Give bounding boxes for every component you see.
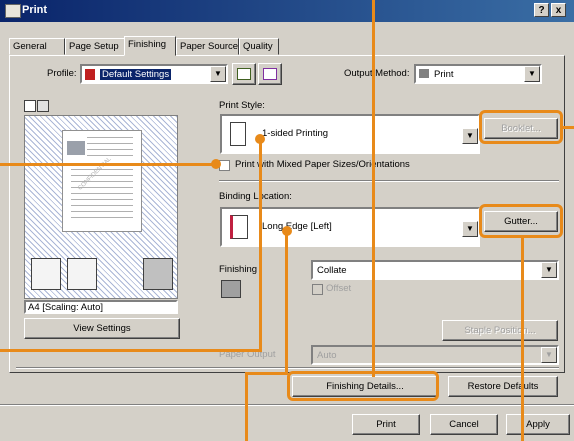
callout-line [245, 372, 288, 375]
staple-thumbnail [143, 258, 173, 290]
chevron-down-icon: ▼ [462, 128, 478, 144]
collate-thumbnail [67, 258, 97, 290]
chevron-down-icon: ▼ [541, 347, 557, 363]
preview-area: CONFIDENTIAL [24, 115, 178, 299]
scaling-text: A4 [Scaling: Auto] [28, 302, 103, 313]
profile-select[interactable]: Default Settings ▼ [80, 64, 228, 84]
preview-thumbnails [31, 258, 173, 294]
staple-position-button[interactable]: Staple Position... [442, 320, 558, 341]
callout-dot [211, 159, 221, 169]
output-method-label: Output Method: [344, 68, 410, 79]
tab-page-setup[interactable]: Page Setup [65, 38, 126, 55]
profile-label: Profile: [47, 68, 77, 79]
cancel-button[interactable]: Cancel [430, 414, 498, 435]
title-bar[interactable]: Print ? x [0, 0, 574, 22]
chevron-down-icon: ▼ [210, 66, 226, 82]
close-button[interactable]: x [551, 3, 566, 17]
offset-checkbox[interactable] [312, 284, 323, 295]
output-method-value: Print [434, 69, 454, 80]
page-view-icon[interactable] [24, 100, 36, 112]
finishing-label: Finishing [219, 264, 258, 275]
callout-highlight [479, 204, 563, 238]
callout-line [521, 237, 524, 441]
restore-defaults-button[interactable]: Restore Defaults [448, 376, 558, 397]
print-style-label: Print Style: [219, 100, 265, 111]
page-image-icon [67, 141, 85, 155]
one-sided-icon [230, 122, 246, 146]
offset-label: Offset [326, 283, 352, 294]
binding-location-label: Binding Location: [219, 191, 292, 202]
divider [219, 180, 559, 182]
callout-line [562, 126, 574, 129]
binding-left-icon [230, 215, 248, 239]
tab-finishing[interactable]: Finishing [124, 36, 176, 56]
paper-output-value: Auto [317, 350, 337, 361]
callout-highlight [287, 371, 439, 401]
finishing-value: Collate [317, 265, 347, 276]
add-profile-icon [237, 68, 251, 80]
binding-location-value: Long Edge [Left] [262, 221, 332, 232]
edit-profile-icon [263, 68, 277, 80]
print-dialog: Print ? x General Page Setup Finishing P… [0, 0, 574, 441]
printer-view-icon[interactable] [37, 100, 49, 112]
chevron-down-icon: ▼ [524, 66, 540, 82]
callout-line [285, 231, 288, 375]
stack-thumbnail [31, 258, 61, 290]
scaling-box: A4 [Scaling: Auto] [24, 300, 178, 314]
preview-page: CONFIDENTIAL [62, 130, 142, 232]
view-settings-button[interactable]: View Settings [24, 318, 180, 339]
callout-line [0, 163, 218, 166]
print-button[interactable]: Print [352, 414, 420, 435]
chevron-down-icon: ▼ [462, 221, 478, 237]
callout-line [0, 349, 262, 352]
help-button[interactable]: ? [534, 3, 549, 17]
window-title: Print [22, 4, 48, 16]
callout-highlight [479, 110, 563, 144]
tab-general[interactable]: General [9, 38, 65, 55]
collate-icon [221, 280, 241, 298]
callout-line [259, 139, 262, 351]
output-method-select[interactable]: Print ▼ [414, 64, 542, 84]
tab-paper-source[interactable]: Paper Source [176, 38, 239, 55]
tab-quality[interactable]: Quality [239, 38, 279, 55]
print-icon [419, 69, 429, 78]
print-style-value: 1-sided Printing [262, 128, 329, 139]
profile-icon [85, 69, 95, 80]
chevron-down-icon: ▼ [541, 262, 557, 278]
callout-line [372, 0, 375, 377]
profile-value: Default Settings [100, 69, 172, 80]
divider [0, 404, 574, 406]
apply-button[interactable]: Apply [506, 414, 570, 435]
add-profile-button[interactable] [232, 63, 256, 85]
printer-icon [5, 4, 21, 18]
edit-profile-button[interactable] [258, 63, 282, 85]
callout-line [245, 372, 248, 441]
